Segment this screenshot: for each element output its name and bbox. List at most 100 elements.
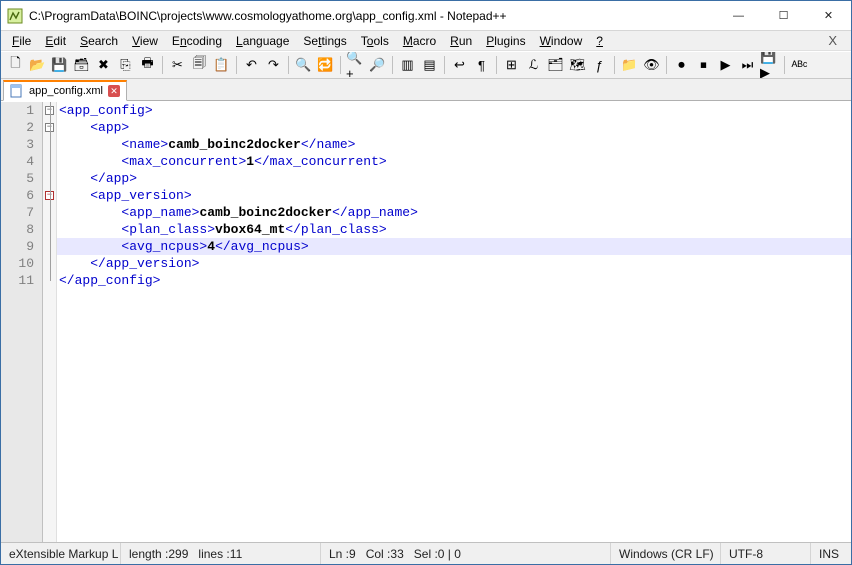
copy-icon[interactable]: 🗐 bbox=[189, 55, 210, 76]
code-line[interactable]: <max_concurrent>1</max_concurrent> bbox=[57, 153, 851, 170]
minimize-button[interactable]: — bbox=[716, 1, 761, 30]
new-file-icon[interactable]: 🗋 bbox=[5, 55, 26, 76]
redo-icon[interactable]: ↷ bbox=[263, 55, 284, 76]
menu-edit[interactable]: Edit bbox=[38, 32, 73, 50]
menu-tools[interactable]: Tools bbox=[354, 32, 396, 50]
menu-run[interactable]: Run bbox=[443, 32, 479, 50]
line-number: 7 bbox=[1, 204, 34, 221]
sync-h-icon[interactable]: ▤ bbox=[419, 55, 440, 76]
save-all-icon[interactable]: 🗃 bbox=[71, 55, 92, 76]
wrap-icon[interactable]: ↩ bbox=[449, 55, 470, 76]
close-file-icon[interactable]: ✖ bbox=[93, 55, 114, 76]
fold-marker[interactable]: − bbox=[43, 119, 56, 136]
undo-icon[interactable]: ↶ bbox=[241, 55, 262, 76]
line-number: 4 bbox=[1, 153, 34, 170]
toolbar-separator bbox=[444, 56, 445, 74]
tab-bar: app_config.xml ✕ bbox=[1, 79, 851, 101]
status-eol: Windows (CR LF) bbox=[611, 543, 721, 564]
toolbar-separator bbox=[784, 56, 785, 74]
folder-tree-icon[interactable]: 🗂 bbox=[545, 55, 566, 76]
find-icon[interactable]: 🔍 bbox=[293, 55, 314, 76]
menu-search[interactable]: Search bbox=[73, 32, 125, 50]
play-mult-icon[interactable]: ⏭ bbox=[737, 55, 758, 76]
fold-marker[interactable] bbox=[43, 221, 56, 238]
indent-guide-icon[interactable]: ⊞ bbox=[501, 55, 522, 76]
print-icon[interactable]: 🖶 bbox=[137, 55, 158, 76]
code-line[interactable]: </app> bbox=[57, 170, 851, 187]
doc-map-icon[interactable]: 🗺 bbox=[567, 55, 588, 76]
code-area[interactable]: <app_config> <app> <name>camb_boinc2dock… bbox=[57, 102, 851, 542]
zoom-out-icon[interactable]: 🔎 bbox=[367, 55, 388, 76]
menu-secondary-close[interactable]: X bbox=[818, 31, 847, 50]
open-file-icon[interactable]: 📂 bbox=[27, 55, 48, 76]
code-line[interactable]: <avg_ncpus>4</avg_ncpus> bbox=[57, 238, 851, 255]
code-editor[interactable]: 1234567891011 −−− <app_config> <app> <na… bbox=[1, 101, 851, 542]
menu-view[interactable]: View bbox=[125, 32, 165, 50]
save-icon[interactable]: 💾 bbox=[49, 55, 70, 76]
status-encoding: UTF-8 bbox=[721, 543, 811, 564]
line-number: 11 bbox=[1, 272, 34, 289]
monitoring-icon[interactable]: 👁 bbox=[641, 55, 662, 76]
code-line[interactable]: </app_version> bbox=[57, 255, 851, 272]
menu-window[interactable]: Window bbox=[533, 32, 590, 50]
line-number: 6 bbox=[1, 187, 34, 204]
line-number: 3 bbox=[1, 136, 34, 153]
close-all-icon[interactable]: ⎘ bbox=[115, 55, 136, 76]
status-bar: eXtensible Markup L length : 299 lines :… bbox=[1, 542, 851, 564]
show-all-icon[interactable]: ¶ bbox=[471, 55, 492, 76]
menu-language[interactable]: Language bbox=[229, 32, 296, 50]
file-icon bbox=[10, 84, 24, 98]
sync-v-icon[interactable]: ▥ bbox=[397, 55, 418, 76]
close-button[interactable]: ✕ bbox=[806, 1, 851, 30]
save-macro-icon[interactable]: 💾▶ bbox=[759, 55, 780, 76]
play-icon[interactable]: ▶ bbox=[715, 55, 736, 76]
fold-column: −−− bbox=[43, 102, 57, 542]
toolbar-separator bbox=[496, 56, 497, 74]
status-caret: Ln : 9 Col : 33 Sel : 0 | 0 bbox=[321, 543, 611, 564]
cut-icon[interactable]: ✂ bbox=[167, 55, 188, 76]
spellcheck-icon[interactable]: ᴬᴮᶜ bbox=[789, 55, 810, 76]
code-line[interactable]: <app_version> bbox=[57, 187, 851, 204]
menu-settings[interactable]: Settings bbox=[296, 32, 353, 50]
code-line[interactable]: </app_config> bbox=[57, 272, 851, 289]
zoom-in-icon[interactable]: 🔍+ bbox=[345, 55, 366, 76]
tab-close-icon[interactable]: ✕ bbox=[108, 85, 120, 97]
line-number: 5 bbox=[1, 170, 34, 187]
code-line[interactable]: <name>camb_boinc2docker</name> bbox=[57, 136, 851, 153]
code-line[interactable]: <plan_class>vbox64_mt</plan_class> bbox=[57, 221, 851, 238]
menu-plugins[interactable]: Plugins bbox=[479, 32, 532, 50]
func-list-icon[interactable]: ƒ bbox=[589, 55, 610, 76]
fold-marker[interactable] bbox=[43, 238, 56, 255]
record-icon[interactable]: ⏺ bbox=[671, 55, 692, 76]
status-language: eXtensible Markup L bbox=[1, 543, 121, 564]
code-line[interactable]: <app_name>camb_boinc2docker</app_name> bbox=[57, 204, 851, 221]
menu-file[interactable]: File bbox=[5, 32, 38, 50]
status-insert-mode: INS bbox=[811, 543, 851, 564]
stop-icon[interactable]: ⏹ bbox=[693, 55, 714, 76]
code-line[interactable]: <app> bbox=[57, 119, 851, 136]
fold-marker[interactable] bbox=[43, 255, 56, 272]
paste-icon[interactable]: 📋 bbox=[211, 55, 232, 76]
menu-encoding[interactable]: Encoding bbox=[165, 32, 229, 50]
replace-icon[interactable]: 🔁 bbox=[315, 55, 336, 76]
window-buttons: — ☐ ✕ bbox=[716, 1, 851, 30]
fold-marker[interactable] bbox=[43, 170, 56, 187]
tab-app-config[interactable]: app_config.xml ✕ bbox=[3, 80, 127, 101]
menu-help[interactable]: ? bbox=[589, 32, 610, 50]
menu-macro[interactable]: Macro bbox=[396, 32, 443, 50]
fold-marker[interactable]: − bbox=[43, 187, 56, 204]
code-line[interactable]: <app_config> bbox=[57, 102, 851, 119]
line-number: 10 bbox=[1, 255, 34, 272]
folder-workspace-icon[interactable]: 📁 bbox=[619, 55, 640, 76]
fold-marker[interactable]: − bbox=[43, 102, 56, 119]
fold-marker[interactable] bbox=[43, 153, 56, 170]
fold-marker[interactable] bbox=[43, 204, 56, 221]
fold-marker[interactable] bbox=[43, 272, 56, 289]
toolbar-separator bbox=[392, 56, 393, 74]
maximize-button[interactable]: ☐ bbox=[761, 1, 806, 30]
title-bar: C:\ProgramData\BOINC\projects\www.cosmol… bbox=[1, 1, 851, 31]
toolbar-separator bbox=[288, 56, 289, 74]
fold-marker[interactable] bbox=[43, 136, 56, 153]
lang-icon[interactable]: ℒ bbox=[523, 55, 544, 76]
toolbar-separator bbox=[236, 56, 237, 74]
